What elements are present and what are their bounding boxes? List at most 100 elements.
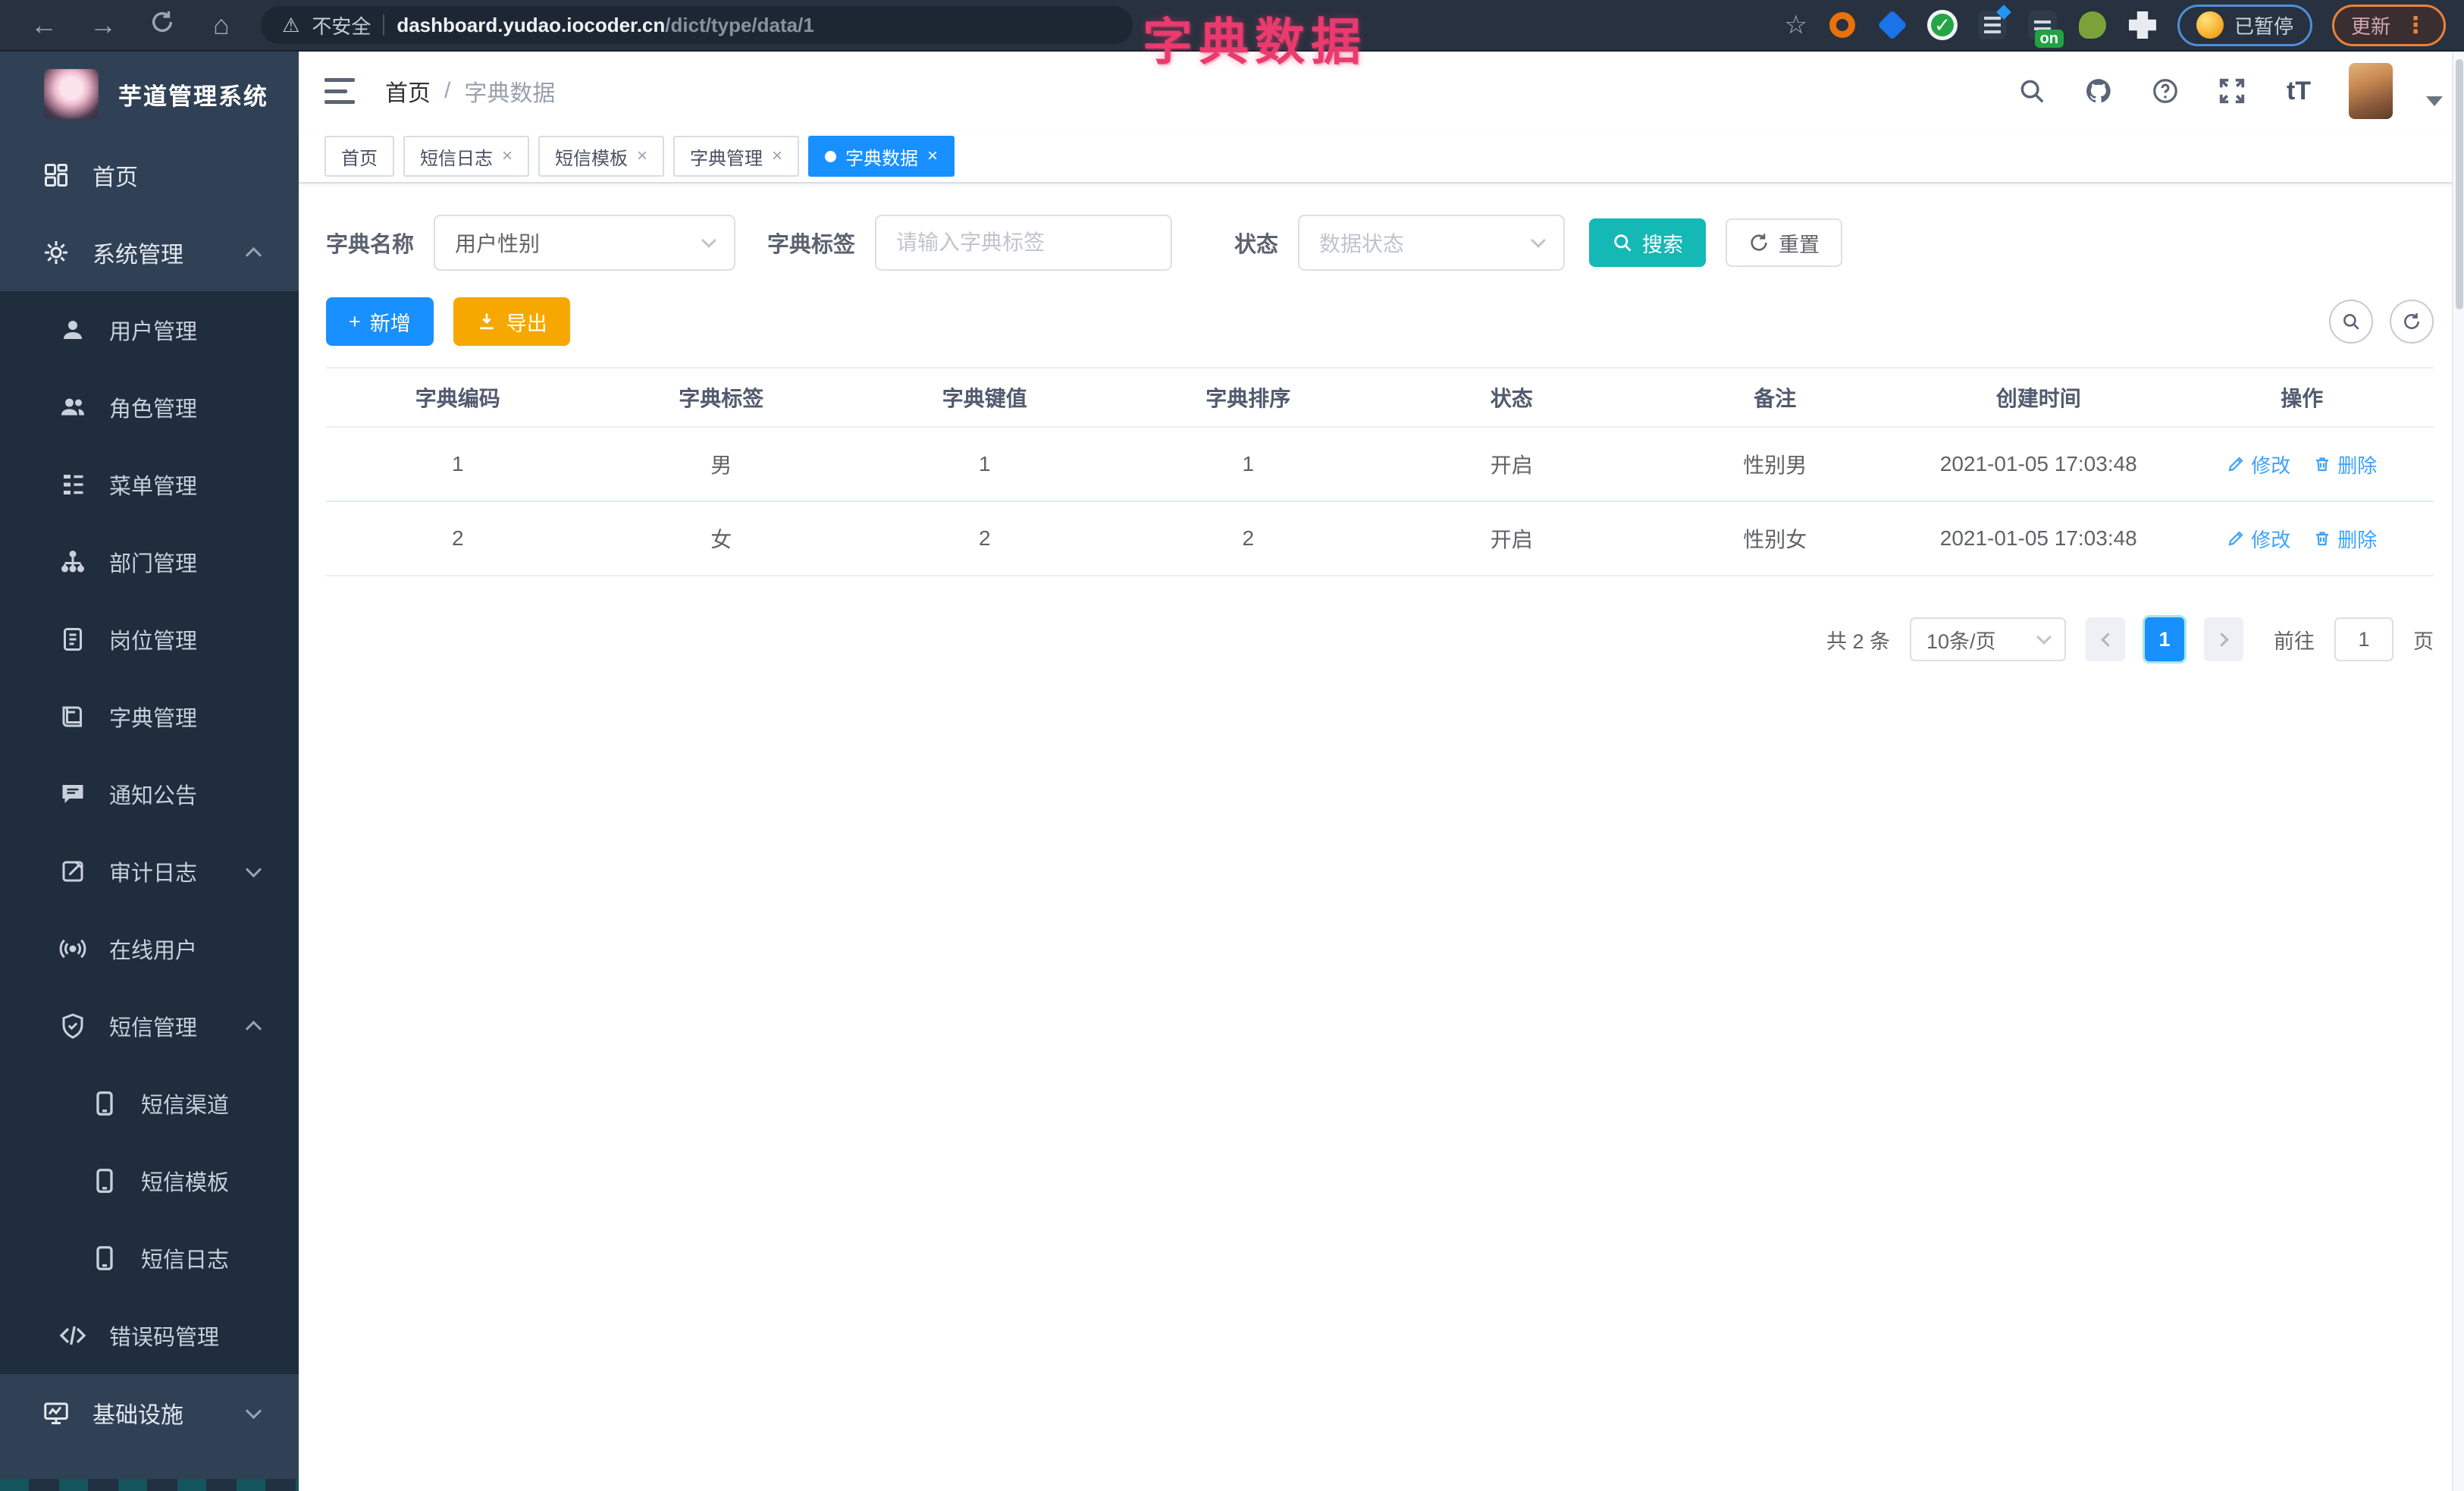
avatar[interactable] [2349, 63, 2393, 119]
fullscreen-icon[interactable] [2215, 74, 2249, 108]
tab-home[interactable]: 首页 [324, 136, 394, 177]
code-icon [59, 1322, 86, 1349]
update-label: 更新 [2350, 14, 2390, 38]
search-icon[interactable] [2015, 74, 2049, 108]
reset-button-label: 重置 [1779, 233, 1820, 256]
tags-view-bar: 首页 短信日志 × 短信模板 × 字典管理 × 字典数据 × [299, 130, 2464, 184]
home-icon[interactable]: ⌂ [205, 9, 238, 41]
github-icon[interactable] [2082, 74, 2115, 108]
page-scrollbar[interactable] [2452, 52, 2464, 1491]
breadcrumb-home[interactable]: 首页 [385, 74, 431, 108]
prev-page-button[interactable] [2086, 617, 2125, 661]
cell-code: 2 [451, 526, 464, 550]
close-icon[interactable]: × [502, 146, 513, 167]
reload-icon[interactable] [146, 9, 179, 42]
sidebar-item-notice[interactable]: 通知公告 [0, 755, 299, 833]
breadcrumb-separator: / [444, 78, 451, 103]
extension-check-icon[interactable]: ✓ [1926, 10, 1958, 40]
delete-link[interactable]: 删除 [2313, 525, 2377, 553]
extension-orange-icon[interactable] [1827, 10, 1857, 40]
refresh-icon-button[interactable] [2390, 300, 2434, 344]
edit-link[interactable]: 修改 [2227, 525, 2290, 553]
cell-label: 男 [710, 454, 732, 477]
puzzle-shape [2128, 11, 2156, 39]
breadcrumb-current: 字典数据 [464, 81, 556, 106]
sidebar-item-menus[interactable]: 菜单管理 [0, 446, 299, 523]
dict-name-select[interactable]: 用户性别 [434, 215, 736, 271]
font-size-icon[interactable]: tT [2282, 74, 2315, 108]
tab-sms-log[interactable]: 短信日志 × [403, 136, 530, 177]
extension-gem-icon[interactable] [1877, 10, 1908, 40]
browser-right-cluster: ☆ ✓ on 已暂停 更新 ⋮ [1784, 4, 2464, 48]
sidebar-item-system[interactable]: 系统管理 [0, 214, 299, 291]
help-icon[interactable] [2149, 74, 2182, 108]
tab-dict-manage[interactable]: 字典管理 × [673, 136, 800, 177]
delete-label: 删除 [2337, 528, 2378, 551]
status-select[interactable]: 数据状态 [1298, 215, 1566, 271]
sidebar-item-sms-log[interactable]: 短信日志 [0, 1219, 299, 1297]
audit-log-icon [59, 858, 86, 885]
sidebar-item-label: 字典管理 [109, 707, 198, 731]
chevron-up-icon [245, 1020, 262, 1037]
cell-code: 1 [451, 452, 464, 476]
extension-leaf-icon[interactable] [2077, 10, 2108, 40]
bookmark-star-icon[interactable]: ☆ [1784, 10, 1807, 40]
sidebar-item-error-codes[interactable]: 错误码管理 [0, 1297, 299, 1374]
security-label[interactable]: 不安全 [312, 11, 371, 39]
url-domain: dashboard.yudao.iocoder.cn [397, 13, 666, 36]
dict-tag-input[interactable] [875, 215, 1173, 271]
forward-icon[interactable]: → [86, 9, 120, 41]
reset-button[interactable]: 重置 [1726, 218, 1843, 267]
close-icon[interactable]: × [637, 146, 647, 167]
close-icon[interactable]: × [927, 146, 938, 167]
search-button[interactable]: 搜索 [1589, 218, 1707, 267]
profile-paused-pill[interactable]: 已暂停 [2177, 4, 2312, 46]
toggle-search-icon-button[interactable] [2329, 300, 2373, 344]
monitor-icon [42, 1399, 70, 1427]
edit-link[interactable]: 修改 [2227, 450, 2290, 479]
sidebar-item-departments[interactable]: 部门管理 [0, 523, 299, 601]
sidebar-item-label: 基础设施 [92, 1403, 183, 1428]
warning-icon: ⚠ [282, 13, 300, 36]
extension-levels-icon[interactable] [1977, 5, 2011, 40]
delete-link[interactable]: 删除 [2313, 450, 2377, 479]
avatar-caret-icon[interactable] [2426, 96, 2443, 106]
add-button[interactable]: + 新增 [326, 297, 434, 346]
sidebar-item-posts[interactable]: 岗位管理 [0, 601, 299, 678]
sidebar-item-sms-template[interactable]: 短信模板 [0, 1142, 299, 1219]
extension-on-icon[interactable]: on [2027, 10, 2064, 48]
goto-label: 前往 [2274, 629, 2315, 653]
kebab-menu-icon[interactable]: ⋮ [2404, 12, 2427, 39]
hamburger-icon[interactable] [324, 78, 355, 104]
address-bar[interactable]: ⚠ 不安全 dashboard.yudao.iocoder.cn/dict/ty… [261, 6, 1133, 44]
back-icon[interactable]: ← [27, 9, 61, 41]
current-page-button[interactable]: 1 [2145, 617, 2184, 661]
browser-nav: ← → ⌂ [0, 9, 261, 42]
export-button-label: 导出 [506, 312, 547, 335]
tab-dict-data[interactable]: 字典数据 × [808, 136, 955, 177]
sidebar-item-sms-channel[interactable]: 短信渠道 [0, 1065, 299, 1142]
url-path: /dict/type/data/1 [665, 13, 814, 36]
topbar: 首页 / 字典数据 tT [299, 52, 2464, 130]
sidebar-item-online-users[interactable]: 在线用户 [0, 910, 299, 987]
next-page-button[interactable] [2204, 617, 2243, 661]
export-button[interactable]: 导出 [453, 297, 570, 346]
sidebar-item-label: 角色管理 [109, 397, 198, 422]
scrollbar-thumb[interactable] [2456, 59, 2463, 309]
sidebar-item-audit-log[interactable]: 审计日志 [0, 833, 299, 910]
cell-label: 女 [710, 528, 732, 551]
tab-sms-template[interactable]: 短信模板 × [538, 136, 665, 177]
sidebar-item-roles[interactable]: 角色管理 [0, 369, 299, 446]
sidebar-item-home[interactable]: 首页 [0, 137, 299, 214]
sidebar-item-infrastructure[interactable]: 基础设施 [0, 1374, 299, 1452]
update-pill[interactable]: 更新 ⋮ [2331, 4, 2446, 46]
goto-page-input[interactable] [2334, 617, 2393, 661]
sidebar-item-sms[interactable]: 短信管理 [0, 987, 299, 1065]
page-size-select[interactable]: 10条/页 [1910, 617, 2066, 661]
app-logo-block[interactable]: 芋道管理系统 [0, 52, 299, 137]
extensions-puzzle-icon[interactable] [2127, 10, 2158, 40]
sidebar-item-dict[interactable]: 字典管理 [0, 678, 299, 755]
close-icon[interactable]: × [772, 146, 782, 167]
sidebar-item-users[interactable]: 用户管理 [0, 291, 299, 369]
total-count: 共 2 条 [1826, 629, 1890, 653]
